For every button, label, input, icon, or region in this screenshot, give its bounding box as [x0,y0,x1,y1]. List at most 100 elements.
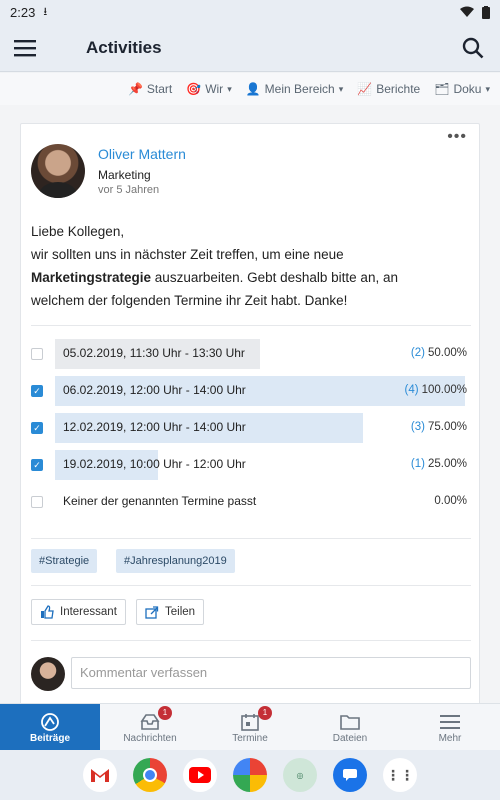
poll-checkbox[interactable] [31,348,43,360]
poll-result: (2) 50.00% [411,347,467,359]
share-label: Teilen [165,606,196,618]
poll-bar-track: 12.02.2019, 12:00 Uhr - 14:00 Uhr [55,413,465,443]
poll-percent: 25.00% [427,458,467,470]
topnav-label: Start [146,82,173,96]
topnav-item-wir[interactable]: 🎯 Wir ▾ [186,82,231,96]
poll-percent: 50.00% [427,347,467,359]
post-department: Marketing [98,168,151,182]
bottom-nav-menu[interactable]: Mehr [400,704,500,750]
poll-vote-count[interactable]: (3) [411,421,425,433]
share-button[interactable]: Teilen [136,599,205,625]
hashtag-chip[interactable]: #Strategie [31,549,98,573]
poll-percent: 0.00% [434,495,467,507]
poll-vote-count[interactable]: (4) [405,384,419,396]
hashtag-chip[interactable]: #Jahresplanung2019 [116,549,235,573]
folder-icon: 🗂 [434,82,450,96]
author-avatar[interactable] [31,144,85,198]
bottom-nav-inbox[interactable]: Nachrichten 1 [100,704,200,750]
topnav-label: Berichte [376,82,421,96]
divider [31,640,471,641]
posts-icon [40,711,60,733]
poll-result: (3) 75.00% [411,421,467,433]
topnav-item-mein-bereich[interactable]: 👤 Mein Bereich ▾ [246,82,344,96]
bottom-nav-posts[interactable]: Beiträge [0,704,100,750]
divider [31,585,471,586]
android-dock: ◎ ⋮⋮ [0,750,500,800]
poll-result: (1) 25.00% [411,458,467,470]
poll-option[interactable]: Keiner der genannten Termine passt 0.00% [31,487,471,517]
target-icon: 🎯 [186,82,202,96]
activity-feed: ••• Oliver Mattern Marketing vor 5 Jahre… [0,105,500,703]
poll-vote-count[interactable]: (2) [411,347,425,359]
more-options-icon[interactable]: ••• [447,128,467,146]
topnav-label: Wir [205,82,224,96]
poll-percent: 75.00% [427,421,467,433]
poll-option[interactable]: 05.02.2019, 11:30 Uhr - 13:30 Uhr (2) 50.0… [31,339,471,369]
tag-list: #Strategie #Jahresplanung2019 [31,549,471,573]
chart-icon: 📈 [357,82,373,96]
poll-checkbox[interactable]: ✓ [31,422,43,434]
app-icon[interactable]: ◎ [283,758,317,792]
bottom-navigation: Beiträge Nachrichten 1 Termine 1 Dateien Mehr [0,703,500,750]
search-icon[interactable] [462,37,484,59]
photos-app-icon[interactable] [233,758,267,792]
bottom-nav-folder[interactable]: Dateien [300,704,400,750]
wifi-icon [460,6,474,17]
app-bar: Activities [0,24,500,72]
like-button[interactable]: Interessant [31,599,126,625]
youtube-app-icon[interactable] [183,758,217,792]
poll-option-label: 05.02.2019, 11:30 Uhr - 13:30 Uhr [63,346,245,360]
poll-checkbox[interactable] [31,496,43,508]
divider [31,325,471,326]
poll-option[interactable]: ✓ 06.02.2019, 12:00 Uhr - 14:00 Uhr (4) 100… [31,376,471,406]
post-card: ••• Oliver Mattern Marketing vor 5 Jahre… [20,123,480,703]
pin-icon: 📌 [127,82,143,96]
app-drawer-icon[interactable]: ⋮⋮ [383,758,417,792]
like-label: Interessant [60,606,117,618]
page-title: Activities [86,37,162,57]
poll-checkbox[interactable]: ✓ [31,459,43,471]
poll-option[interactable]: ✓ 19.02.2019, 10:00 Uhr - 12:00 Uhr (1) 25.… [31,450,471,480]
bottom-nav-calendar[interactable]: Termine 1 [200,704,300,750]
calendar-icon [241,711,259,733]
post-time: vor 5 Jahren [98,184,160,196]
poll-bar-track: 05.02.2019, 11:30 Uhr - 13:30 Uhr [55,339,465,369]
chrome-app-icon[interactable] [133,758,167,792]
chevron-down-icon: ▾ [227,83,232,94]
person-icon: 👤 [245,82,261,96]
gmail-app-icon[interactable] [83,758,117,792]
messages-app-icon[interactable] [333,758,367,792]
download-icon: ⭳ [43,5,48,18]
divider [31,538,471,539]
topnav-item-start[interactable]: 📌 Start [128,82,172,96]
post-text-bold: Marketingstrategie [31,270,152,285]
current-user-avatar [31,657,65,691]
poll-result: 0.00% [431,495,467,507]
poll-bar-track: 06.02.2019, 12:00 Uhr - 14:00 Uhr [55,376,465,406]
topnav-item-berichte[interactable]: 📈 Berichte [357,82,420,96]
post-text-rest: auszuarbeiten. Gebt deshalb bitte an, an [151,270,398,285]
battery-icon [482,5,490,19]
post-text-line: Liebe Kollegen, [31,224,125,239]
topnav-label: Mein Bereich [264,82,335,96]
poll-vote-count[interactable]: (1) [411,458,425,470]
top-navigation: 📌 Start 🎯 Wir ▾ 👤 Mein Bereich ▾ 📈 Berichte 🗂 Doku ▾ [0,73,500,105]
post-author[interactable]: Oliver Mattern [98,146,186,162]
poll-checkbox[interactable]: ✓ [31,385,43,397]
topnav-label: Doku [453,82,482,96]
topnav-item-doku[interactable]: 🗂 Doku ▾ [434,82,490,96]
notification-badge: 1 [258,706,272,720]
chevron-down-icon: ▾ [485,83,490,94]
post-text-line: wir sollten uns in nächster Zeit treffen… [31,247,344,262]
notification-badge: 1 [158,706,172,720]
thumbs-up-icon [41,605,54,619]
poll-option[interactable]: ✓ 12.02.2019, 12:00 Uhr - 14:00 Uhr (3) 75.… [31,413,471,443]
comment-input[interactable]: Kommentar verfassen [71,657,471,689]
share-icon [145,606,159,619]
bottom-nav-label: Dateien [332,732,368,744]
post-text-line: Marketingstrategie auszuarbeiten. Gebt d… [31,266,471,289]
hamburger-menu-icon[interactable] [12,39,38,57]
bottom-nav-label: Nachrichten [123,732,177,744]
status-bar: 2:23 ⭳ [0,0,500,24]
bottom-nav-label: Mehr [438,732,462,744]
